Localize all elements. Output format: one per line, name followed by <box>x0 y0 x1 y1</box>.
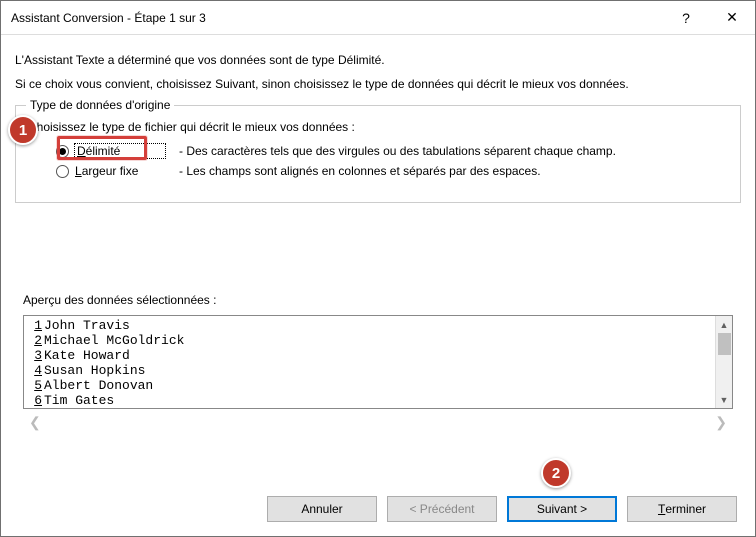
radio-delimited-label: Délimité <box>75 144 165 158</box>
preview-hscroll[interactable]: ❮ ❯ <box>23 411 733 433</box>
preview-row: 2Michael McGoldrick <box>26 333 732 348</box>
radio-fixedwidth-desc: - Les champs sont alignés en colonnes et… <box>179 164 541 178</box>
titlebar: Assistant Conversion - Étape 1 sur 3 ? ✕ <box>1 1 755 35</box>
preview-row: 1John Travis <box>26 318 732 333</box>
origin-type-fieldset: Type de données d'origine Choisissez le … <box>15 105 741 203</box>
preview-row: 4Susan Hopkins <box>26 363 732 378</box>
preview-row: 3Kate Howard <box>26 348 732 363</box>
finish-button[interactable]: Terminer <box>627 496 737 522</box>
radio-fixedwidth[interactable] <box>56 165 69 178</box>
annotation-callout-2: 2 <box>541 458 571 488</box>
scroll-left-icon[interactable]: ❮ <box>29 414 41 431</box>
intro-text-1: L'Assistant Texte a déterminé que vos do… <box>15 53 741 67</box>
back-button: < Précédent <box>387 496 497 522</box>
next-button[interactable]: Suivant > <box>507 496 617 522</box>
preview-row: 6Tim Gates <box>26 393 732 408</box>
preview-row: 5Albert Donovan <box>26 378 732 393</box>
fieldset-prompt: Choisissez le type de fichier qui décrit… <box>28 120 728 134</box>
radio-fixedwidth-label: Largeur fixe <box>75 164 165 178</box>
cancel-button[interactable]: Annuler <box>267 496 377 522</box>
preview-box: 1John Travis 2Michael McGoldrick 3Kate H… <box>23 315 733 409</box>
annotation-callout-1: 1 <box>8 115 38 145</box>
window-title: Assistant Conversion - Étape 1 sur 3 <box>11 11 663 25</box>
dialog-content: L'Assistant Texte a déterminé que vos do… <box>1 35 755 447</box>
button-row: Annuler < Précédent Suivant > Terminer <box>267 496 737 522</box>
preview-label: Aperçu des données sélectionnées : <box>23 293 741 307</box>
dialog-window: Assistant Conversion - Étape 1 sur 3 ? ✕… <box>0 0 756 537</box>
help-button[interactable]: ? <box>663 1 709 35</box>
preview-rows: 1John Travis 2Michael McGoldrick 3Kate H… <box>24 316 732 408</box>
radio-delimited[interactable] <box>56 145 69 158</box>
scroll-right-icon[interactable]: ❯ <box>715 414 727 431</box>
scroll-down-icon[interactable]: ▼ <box>716 391 732 408</box>
close-button[interactable]: ✕ <box>709 1 755 35</box>
radio-delimited-desc: - Des caractères tels que des virgules o… <box>179 144 616 158</box>
radio-row-delimited[interactable]: Délimité - Des caractères tels que des v… <box>56 144 728 158</box>
preview-vscroll[interactable]: ▲ ▼ <box>715 316 732 408</box>
intro-text-2: Si ce choix vous convient, choisissez Su… <box>15 77 741 91</box>
radio-row-fixedwidth[interactable]: Largeur fixe - Les champs sont alignés e… <box>56 164 728 178</box>
scroll-up-icon[interactable]: ▲ <box>716 316 732 333</box>
fieldset-legend: Type de données d'origine <box>26 98 174 112</box>
scroll-thumb[interactable] <box>718 333 731 355</box>
